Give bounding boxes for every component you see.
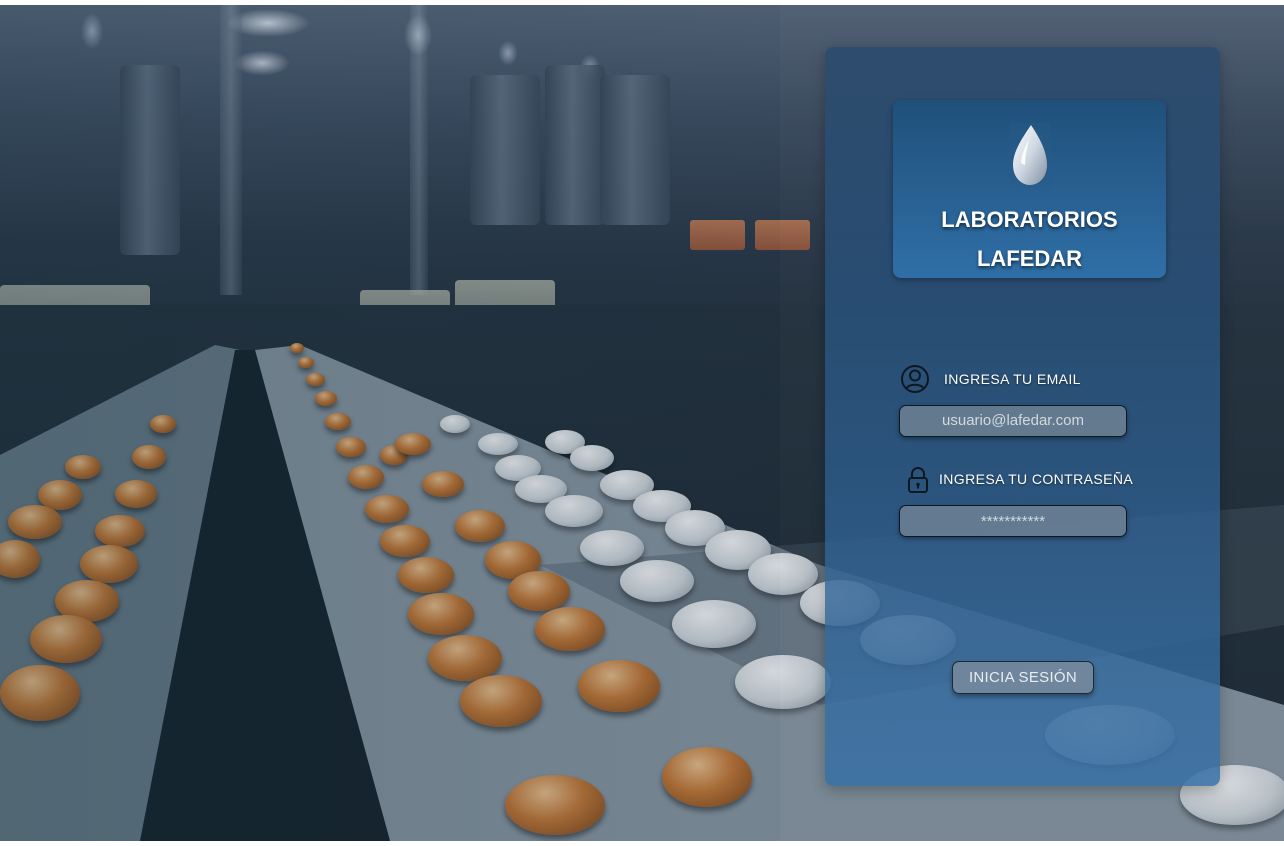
password-label: INGRESA TU CONTRASEÑA xyxy=(939,471,1134,487)
email-label: INGRESA TU EMAIL xyxy=(944,371,1081,387)
brand-box: LABORATORIOS LAFEDAR xyxy=(893,100,1166,278)
email-input[interactable] xyxy=(899,405,1127,437)
brand-name: LABORATORIOS LAFEDAR xyxy=(893,200,1166,278)
brand-name-line2: LAFEDAR xyxy=(976,246,1083,271)
lock-icon xyxy=(908,466,928,493)
login-button[interactable]: INICIA SESIÓN xyxy=(952,661,1094,694)
login-screen: LABORATORIOS LAFEDAR INGRESA TU EMAIL IN… xyxy=(0,5,1284,841)
password-input[interactable]: *********** xyxy=(899,505,1127,537)
droplet-icon xyxy=(1009,123,1051,189)
user-circle-icon xyxy=(901,365,929,393)
background-overlay xyxy=(0,5,780,841)
brand-name-line1: LABORATORIOS xyxy=(941,207,1118,232)
login-card: LABORATORIOS LAFEDAR INGRESA TU EMAIL IN… xyxy=(825,47,1220,786)
